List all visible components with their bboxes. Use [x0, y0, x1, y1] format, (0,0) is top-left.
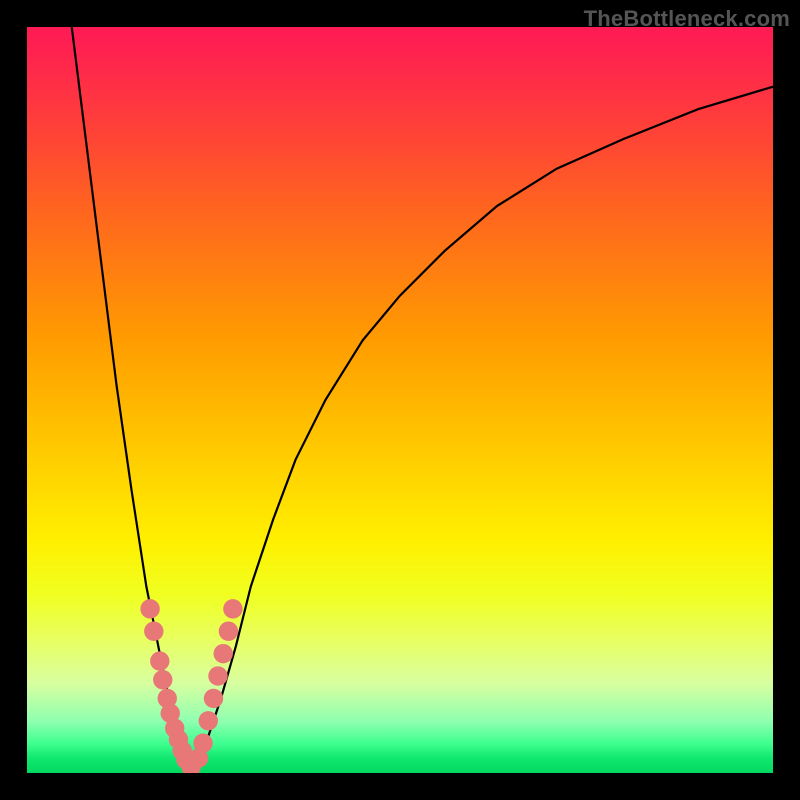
- data-point: [193, 733, 212, 752]
- data-point: [199, 711, 218, 730]
- curve-right-curve: [191, 87, 773, 773]
- data-point: [214, 644, 233, 663]
- data-point: [219, 622, 238, 641]
- data-point: [208, 666, 227, 685]
- data-point: [140, 599, 159, 618]
- chart-container: TheBottleneck.com: [0, 0, 800, 800]
- chart-svg: [27, 27, 773, 773]
- curve-left-curve: [72, 27, 191, 773]
- data-point: [223, 599, 242, 618]
- plot-area: [27, 27, 773, 773]
- marker-group: [140, 599, 242, 773]
- data-point: [153, 670, 172, 689]
- series-group: [72, 27, 773, 773]
- data-point: [150, 651, 169, 670]
- data-point: [204, 689, 223, 708]
- data-point: [144, 622, 163, 641]
